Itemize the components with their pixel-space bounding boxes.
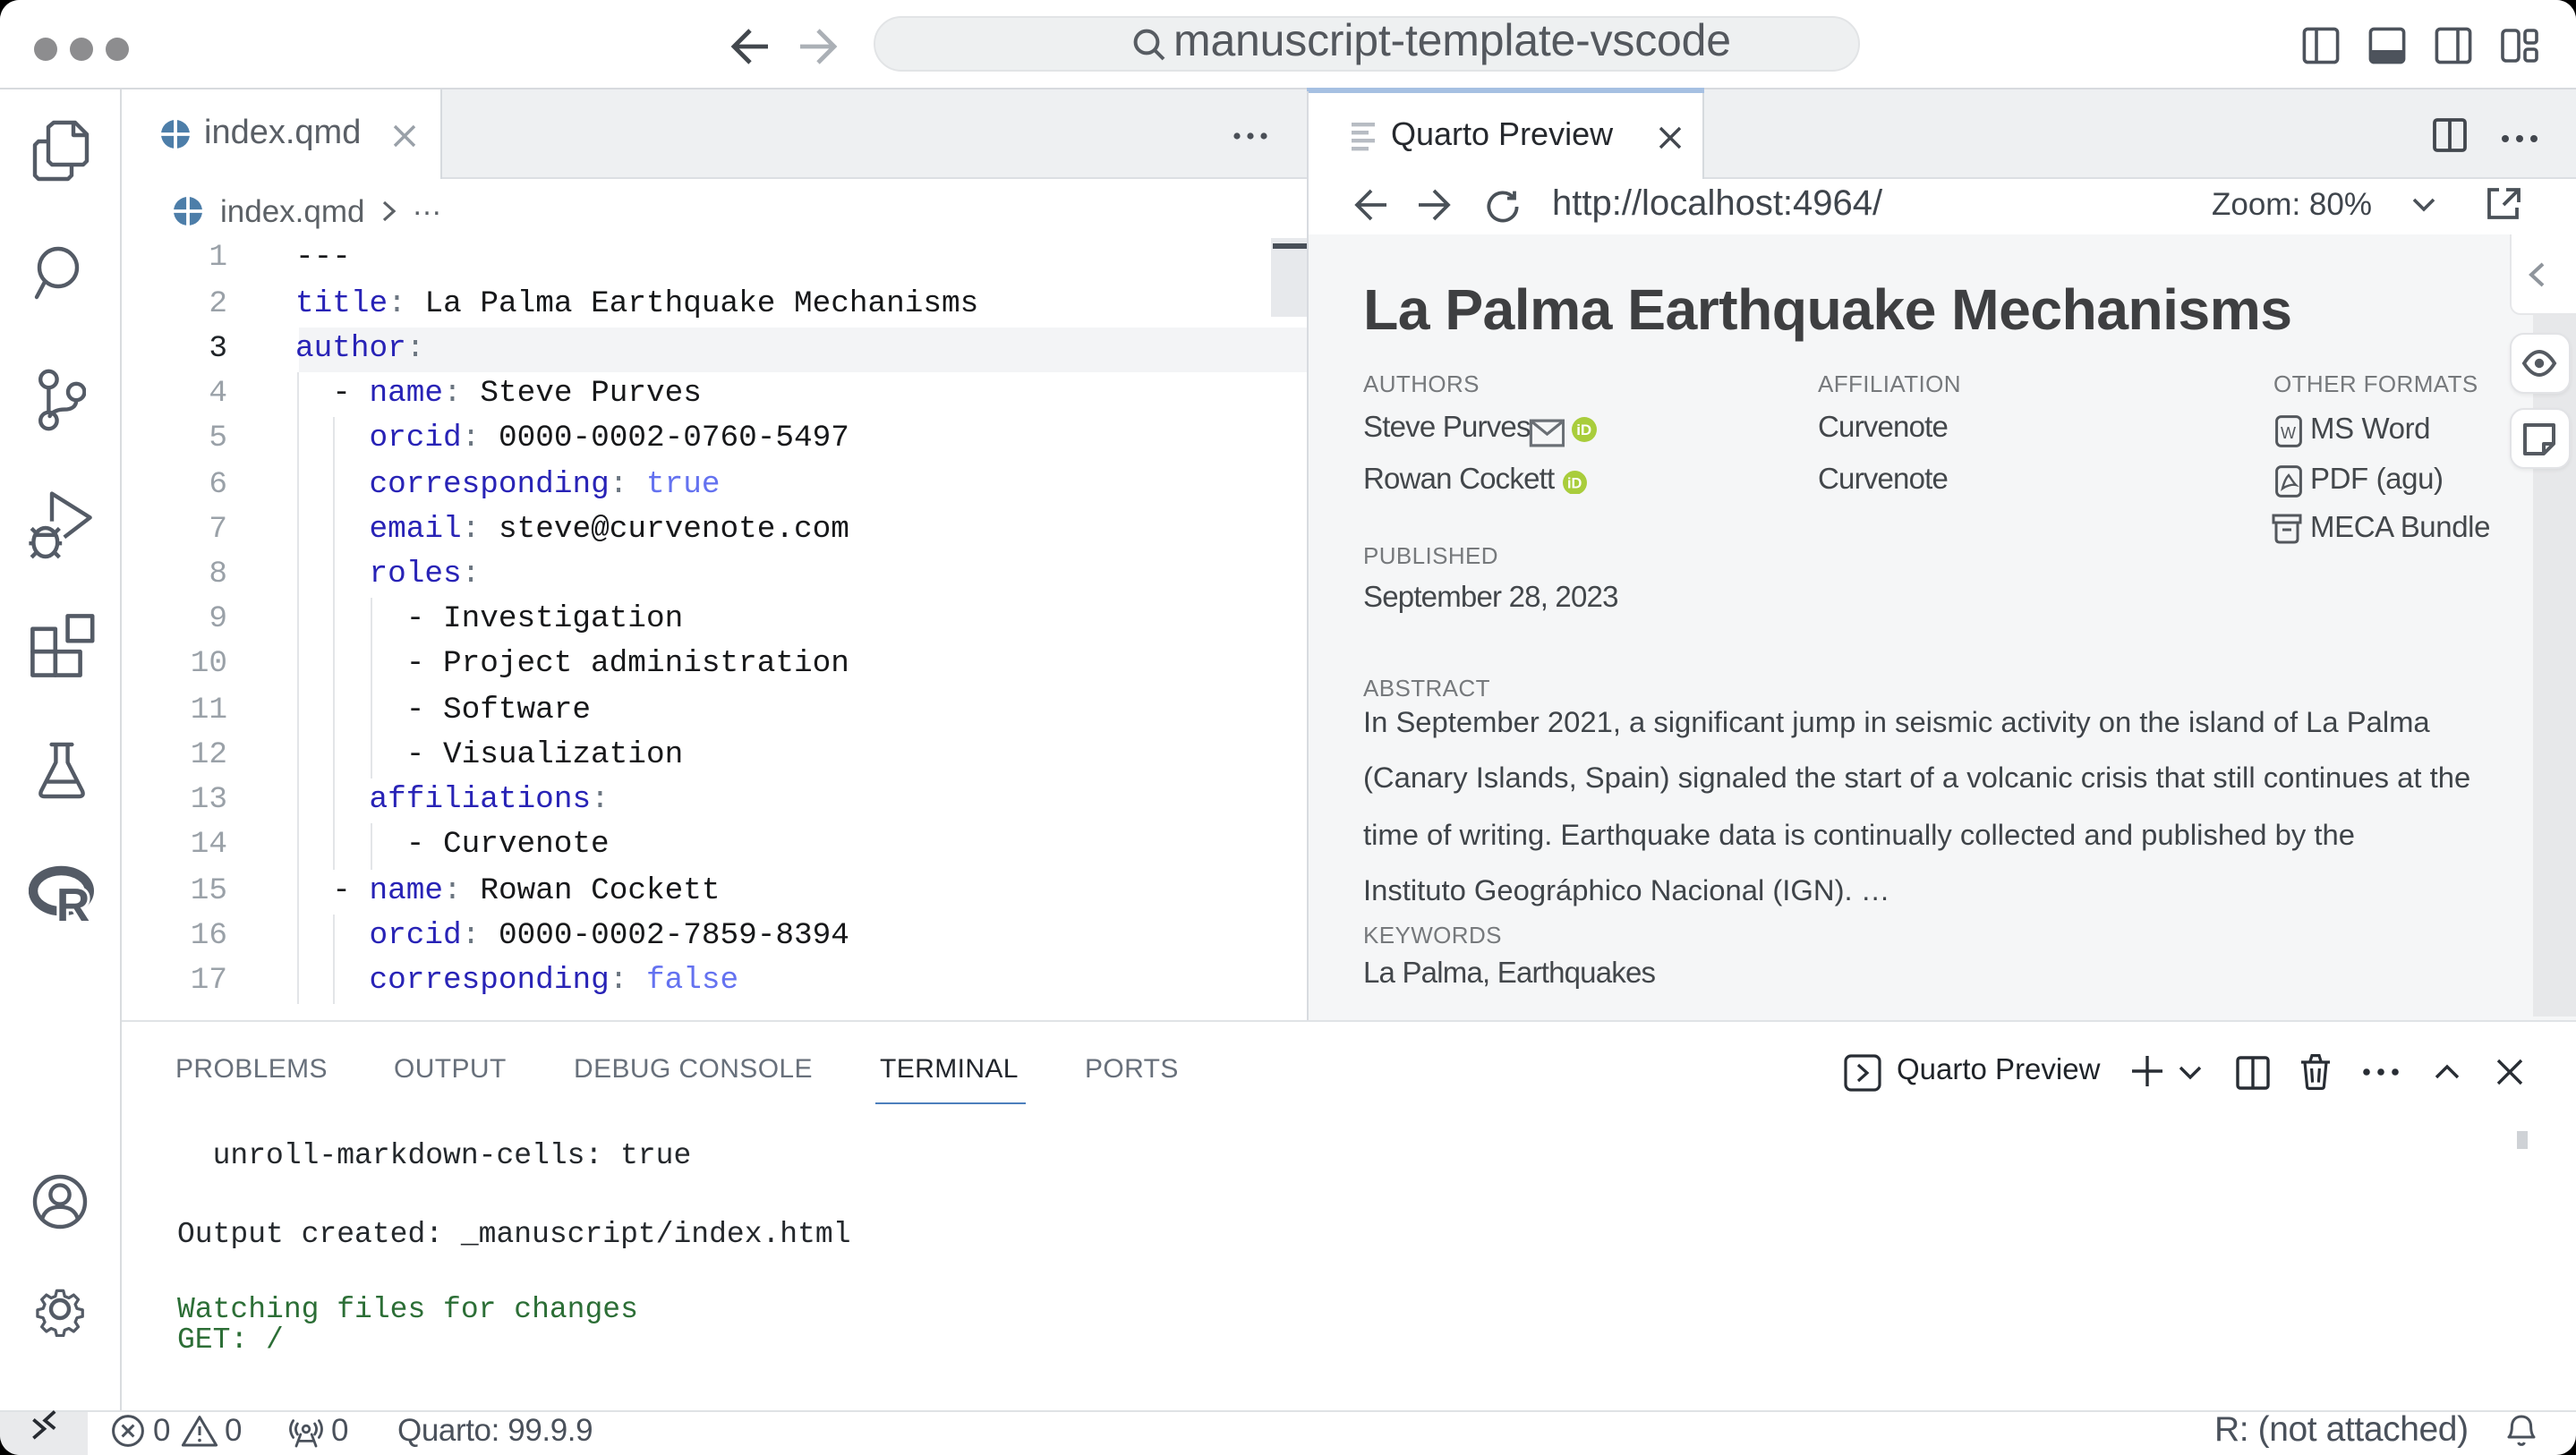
svg-text:R: R xyxy=(56,880,90,925)
svg-text:W: W xyxy=(2281,423,2296,441)
svg-text:iD: iD xyxy=(1576,421,1591,438)
svg-text:iD: iD xyxy=(1567,474,1582,490)
